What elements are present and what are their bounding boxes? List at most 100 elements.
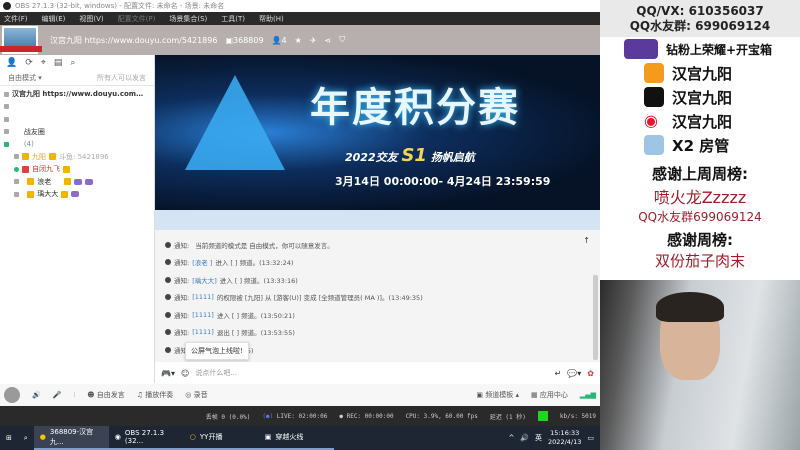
tree-item[interactable] bbox=[4, 113, 150, 126]
thanks-week: 感谢周榜: bbox=[667, 231, 733, 249]
bitrate: kb/s: 5019 bbox=[559, 412, 596, 420]
user-link[interactable]: [1111] bbox=[192, 311, 214, 319]
thanks-last-week: 感谢上周周榜: bbox=[652, 165, 748, 183]
user-row[interactable]: 自闭九飞 bbox=[4, 163, 150, 176]
chat-scrollbar[interactable] bbox=[593, 275, 598, 360]
search-icon[interactable]: ⌕ bbox=[70, 58, 75, 68]
volume-icon[interactable]: 🔊 bbox=[520, 434, 529, 442]
search-icon[interactable]: ⌕ bbox=[18, 426, 34, 450]
banner-date: 3月14日 00:00:00- 4月24日 23:59:59 bbox=[335, 175, 551, 188]
rec-time: ● REC: 00:00:00 bbox=[339, 412, 394, 420]
enter-icon[interactable]: ↵ bbox=[555, 369, 562, 378]
social-row: X2 房管 bbox=[600, 133, 800, 157]
location-icon[interactable]: ⌖ bbox=[41, 58, 46, 68]
menu-profile[interactable]: 配置文件(P) bbox=[118, 14, 156, 24]
flower-icon[interactable]: ✿ bbox=[587, 369, 594, 378]
user-link[interactable]: [1111] bbox=[192, 293, 214, 301]
free-speak-button[interactable]: ☻ 自由发言 bbox=[87, 390, 125, 400]
social-row: ◉ 汉宫九阳 bbox=[644, 111, 733, 131]
user-icon[interactable]: 👤 bbox=[6, 58, 17, 68]
diamond-icon bbox=[624, 39, 658, 59]
banner-title: 年度积分赛 bbox=[310, 85, 520, 131]
cpu-fps: CPU: 3.9%, 60.00 fps bbox=[405, 412, 478, 420]
chat-message: 通知: [瑀大大] 进入 [ ] 频道。(13:33:16) bbox=[165, 271, 590, 289]
dropped-frames: 丢帧 0 (0.0%) bbox=[205, 413, 251, 421]
record-button[interactable]: ◎ 录音 bbox=[185, 390, 207, 400]
menu-help[interactable]: 帮助(H) bbox=[259, 14, 284, 24]
bubble-tooltip: 公屏气泡上线啦! bbox=[185, 342, 249, 360]
scroll-top-icon[interactable]: ↑ bbox=[583, 236, 590, 245]
mic-icon[interactable]: 🎤 bbox=[53, 391, 62, 399]
event-banner[interactable]: 年度积分赛 2022交友 S1 扬帆启航 3月14日 00:00:00- 4月2… bbox=[155, 55, 600, 210]
start-button[interactable]: ⊞ bbox=[0, 426, 18, 450]
tree-item[interactable]: (4) bbox=[4, 138, 150, 151]
taskbar-app-yy-live[interactable]: ○ YY开播 bbox=[183, 426, 259, 450]
shield-icon[interactable]: ⛉ bbox=[339, 35, 345, 45]
taskbar-app-cf[interactable]: ▣ 穿越火线 bbox=[258, 426, 334, 450]
user-row[interactable]: 九阳 斗鱼: 5421896 bbox=[4, 151, 150, 164]
douyu-icon bbox=[644, 63, 664, 83]
my-avatar[interactable] bbox=[4, 387, 20, 403]
crystal-graphic bbox=[185, 75, 285, 170]
window-title: OBS 27.1.3 (32-bit, windows) - 配置文件: 未命名… bbox=[15, 2, 225, 10]
menu-scene-collection[interactable]: 场景集合(S) bbox=[169, 14, 207, 24]
menu-file[interactable]: 文件(F) bbox=[4, 14, 28, 24]
speaker-icon[interactable]: 🔊 bbox=[32, 391, 41, 399]
refresh-icon[interactable]: ⟳ bbox=[25, 58, 33, 68]
user-link[interactable]: [1111] bbox=[192, 328, 214, 336]
emoji-icon[interactable]: ☺ bbox=[181, 369, 189, 378]
yy-header: 汉宫九阳 https://www.douyu.com/5421896 ▣ 368… bbox=[0, 25, 600, 55]
info-icon bbox=[165, 276, 171, 283]
last-week-group: QQ水友群699069124 bbox=[638, 210, 762, 224]
crown-icon bbox=[22, 153, 29, 161]
notes-icon[interactable]: ▤ bbox=[54, 58, 63, 68]
channel-template-button[interactable]: ▣ 频道模板 ▴ bbox=[476, 390, 519, 400]
mode-dropdown[interactable]: 自由模式 ▾ bbox=[8, 73, 42, 83]
system-tray: ^ 🔊 英 15:16:33 2022/4/13 ▭ bbox=[508, 429, 600, 447]
mixer-icon[interactable]: ⫶ bbox=[73, 391, 75, 400]
gamepad-icon[interactable]: 🎮▾ bbox=[161, 369, 175, 378]
bubble-icon[interactable]: 💬▾ bbox=[567, 369, 581, 378]
menu-edit[interactable]: 编辑(E) bbox=[42, 14, 66, 24]
star-icon[interactable]: ★ bbox=[295, 36, 302, 45]
taskbar-app-yy[interactable]: ● 368809-汉宫九... bbox=[33, 426, 109, 450]
chat-input[interactable]: 说点什么吧... bbox=[195, 368, 548, 378]
live-time: (●) LIVE: 02:00:06 bbox=[262, 412, 328, 420]
play-music-button[interactable]: ♫ 播放伴奏 bbox=[137, 390, 174, 400]
social-row: 汉宫九阳 bbox=[600, 61, 800, 85]
weibo-icon: ◉ bbox=[644, 111, 664, 131]
channel-avatar[interactable] bbox=[0, 26, 42, 54]
share-icon[interactable]: ⋖ bbox=[325, 36, 332, 45]
user-icon: 👤 bbox=[271, 35, 282, 45]
info-icon bbox=[165, 259, 171, 266]
chat-message: 通知: [1111] 退出 [ ] 频道。(13:53:55) bbox=[165, 324, 590, 342]
obs-status-bar: 丢帧 0 (0.0%) (●) LIVE: 02:00:06 ● REC: 00… bbox=[0, 406, 600, 426]
tree-item[interactable] bbox=[4, 101, 150, 114]
info-icon bbox=[165, 294, 171, 301]
tree-item[interactable]: 战友圈 bbox=[4, 126, 150, 139]
plane-icon[interactable]: ✈ bbox=[310, 36, 317, 45]
app-center-button[interactable]: ▦ 应用中心 bbox=[531, 390, 568, 400]
menu-view[interactable]: 视图(V) bbox=[79, 14, 103, 24]
user-row[interactable]: 浪老 bbox=[4, 176, 150, 189]
taskbar-app-obs[interactable]: ◉ OBS 27.1.3 (32... bbox=[108, 426, 184, 450]
stream-overlay: QQ/VX: 610356037 QQ水友群: 699069124 钻粉上荣耀+开… bbox=[600, 0, 800, 280]
user-link[interactable]: [浪老 ] bbox=[192, 257, 212, 267]
info-icon bbox=[165, 311, 171, 318]
tree-root[interactable]: 汉宫九阳 https://www.douyu.com… bbox=[4, 88, 150, 101]
signal-icon: ▂▄▆ bbox=[579, 391, 596, 399]
notification-icon[interactable]: ▭ bbox=[587, 434, 594, 442]
menu-tools[interactable]: 工具(T) bbox=[221, 14, 245, 24]
chat-message: 通知: [1111] 的权限被 [九阳] 从 [游客(U)] 变成 [全频道管理员(… bbox=[165, 289, 590, 307]
week-name: 双份茄子肉末 bbox=[654, 252, 745, 270]
input-language[interactable]: 英 bbox=[535, 433, 542, 443]
channel-tree: 汉宫九阳 https://www.douyu.com… 战友圈 (4) 九阳 斗鱼… bbox=[0, 86, 154, 203]
clock[interactable]: 15:16:33 2022/4/13 bbox=[548, 429, 581, 447]
channel-title: 汉宫九阳 https://www.douyu.com/5421896 bbox=[50, 35, 218, 45]
tray-expand-icon[interactable]: ^ bbox=[508, 434, 514, 442]
user-row[interactable]: 瑀大大 bbox=[4, 188, 150, 201]
info-icon bbox=[165, 346, 171, 353]
user-link[interactable]: [瑀大大] bbox=[192, 275, 217, 285]
chat-message: 通知: 当前频道的模式是 自由模式，你可以随意发言。 bbox=[165, 236, 590, 254]
plane-icon bbox=[644, 135, 664, 155]
